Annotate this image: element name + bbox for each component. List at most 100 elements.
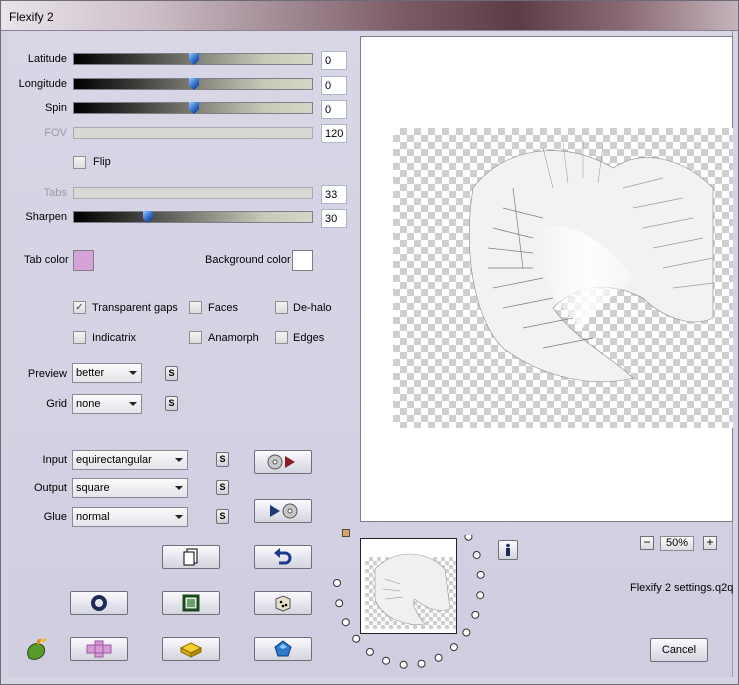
glue-label: Glue bbox=[43, 511, 67, 523]
latitude-slider[interactable] bbox=[73, 53, 313, 65]
blue-pentagon-button[interactable] bbox=[254, 637, 312, 661]
zoom-level: 50% bbox=[660, 536, 694, 551]
grid-select[interactable]: none bbox=[72, 394, 142, 414]
dial-dot[interactable] bbox=[449, 643, 458, 652]
flexify-window: Flexify 2 Latitude 0 Longitude 0 Spin 0 … bbox=[0, 0, 739, 685]
de-halo-checkbox[interactable] bbox=[275, 301, 288, 314]
latitude-slider-thumb[interactable] bbox=[189, 53, 199, 65]
input-select-value: equirectangular bbox=[76, 454, 152, 466]
ring-button[interactable] bbox=[70, 591, 128, 615]
info-button[interactable] bbox=[498, 540, 518, 560]
chevron-down-icon bbox=[129, 402, 137, 406]
grid-select-value: none bbox=[76, 398, 101, 410]
dial-dot[interactable] bbox=[417, 659, 426, 668]
output-select-value: square bbox=[76, 482, 110, 494]
faces-checkbox[interactable] bbox=[189, 301, 202, 314]
flexified-image-preview bbox=[469, 140, 714, 383]
latitude-value[interactable]: 0 bbox=[321, 51, 347, 70]
dial-dot[interactable] bbox=[335, 599, 344, 608]
preview-canvas[interactable] bbox=[360, 36, 733, 522]
copy-page-icon bbox=[183, 548, 198, 566]
transparent-gaps-checkbox[interactable]: ✓ bbox=[73, 301, 86, 314]
dice-button[interactable] bbox=[254, 591, 312, 615]
dial-dot[interactable] bbox=[464, 535, 473, 541]
longitude-value[interactable]: 0 bbox=[321, 76, 347, 95]
tab-color-swatch[interactable] bbox=[73, 250, 94, 271]
dial-dot[interactable] bbox=[462, 628, 471, 637]
zoom-in-button[interactable]: + bbox=[703, 536, 717, 550]
spin-value[interactable]: 0 bbox=[321, 100, 347, 119]
tabs-value: 33 bbox=[321, 185, 347, 204]
anamorph-checkbox[interactable] bbox=[189, 331, 202, 344]
longitude-slider[interactable] bbox=[73, 78, 313, 90]
transparent-gaps-label: Transparent gaps bbox=[92, 302, 178, 314]
rotation-dial[interactable] bbox=[329, 535, 489, 675]
disc-to-arrow-button[interactable] bbox=[254, 450, 312, 474]
dial-dot[interactable] bbox=[365, 647, 374, 656]
longitude-slider-thumb[interactable] bbox=[189, 78, 199, 90]
tabs-slider bbox=[73, 187, 313, 199]
arrow-to-disc-icon bbox=[270, 503, 298, 519]
chevron-down-icon bbox=[175, 458, 183, 462]
fov-value: 120 bbox=[321, 124, 347, 143]
dial-dot[interactable] bbox=[382, 656, 391, 665]
input-s-button[interactable]: S bbox=[216, 452, 229, 467]
info-icon bbox=[506, 543, 510, 556]
dice-icon bbox=[275, 595, 291, 612]
spin-label: Spin bbox=[44, 102, 67, 114]
cross-shape-icon bbox=[86, 640, 112, 658]
tab-color-label: Tab color bbox=[24, 254, 69, 266]
dial-dot[interactable] bbox=[333, 579, 341, 587]
yellow-brick-icon bbox=[179, 642, 203, 658]
dial-dot[interactable] bbox=[399, 660, 408, 669]
title-bar[interactable]: Flexify 2 bbox=[1, 1, 738, 31]
arrow-to-disc-button[interactable] bbox=[254, 499, 312, 523]
dial-dot[interactable] bbox=[341, 618, 350, 627]
dial-dot[interactable] bbox=[352, 634, 361, 643]
blue-pentagon-icon bbox=[274, 640, 292, 657]
fov-label: FOV bbox=[44, 127, 67, 139]
glue-select[interactable]: normal bbox=[72, 507, 188, 527]
glue-s-button[interactable]: S bbox=[216, 509, 229, 524]
background-color-swatch[interactable] bbox=[292, 250, 313, 271]
output-select[interactable]: square bbox=[72, 478, 188, 498]
undo-arrow-icon bbox=[274, 548, 292, 565]
chevron-down-icon bbox=[129, 371, 137, 375]
fov-slider bbox=[73, 127, 313, 139]
copy-button[interactable] bbox=[162, 545, 220, 569]
background-color-label: Background color bbox=[205, 254, 291, 266]
indicatrix-label: Indicatrix bbox=[92, 332, 137, 344]
zoom-out-button[interactable]: − bbox=[640, 536, 654, 550]
preview-select[interactable]: better bbox=[72, 363, 142, 383]
preview-select-value: better bbox=[76, 367, 105, 379]
spin-slider-thumb[interactable] bbox=[189, 102, 199, 114]
dial-dot[interactable] bbox=[472, 550, 481, 559]
sharpen-value[interactable]: 30 bbox=[321, 209, 347, 228]
dial-dot[interactable] bbox=[476, 570, 485, 579]
undo-button[interactable] bbox=[254, 545, 312, 569]
input-select[interactable]: equirectangular bbox=[72, 450, 188, 470]
dial-dot[interactable] bbox=[471, 610, 480, 619]
window-title: Flexify 2 bbox=[9, 10, 54, 24]
ring-icon bbox=[91, 595, 107, 611]
square-frame-button[interactable] bbox=[162, 591, 220, 615]
spin-slider[interactable] bbox=[73, 102, 313, 114]
sharpen-slider-thumb[interactable] bbox=[143, 211, 153, 223]
square-frame-icon bbox=[182, 594, 200, 612]
sharpen-slider[interactable] bbox=[73, 211, 313, 223]
preview-s-button[interactable]: S bbox=[165, 366, 178, 381]
cancel-button[interactable]: Cancel bbox=[650, 638, 708, 662]
cross-shape-button[interactable] bbox=[70, 637, 128, 661]
yellow-brick-button[interactable] bbox=[162, 637, 220, 661]
chevron-down-icon bbox=[175, 515, 183, 519]
flip-label: Flip bbox=[93, 156, 111, 168]
grid-s-button[interactable]: S bbox=[165, 396, 178, 411]
dial-dot[interactable] bbox=[434, 653, 443, 662]
indicatrix-checkbox[interactable] bbox=[73, 331, 86, 344]
grid-label: Grid bbox=[46, 398, 67, 410]
flip-checkbox[interactable] bbox=[73, 156, 86, 169]
output-s-button[interactable]: S bbox=[216, 480, 229, 495]
input-label: Input bbox=[42, 454, 67, 466]
edges-checkbox[interactable] bbox=[275, 331, 288, 344]
dial-dot[interactable] bbox=[476, 591, 485, 600]
